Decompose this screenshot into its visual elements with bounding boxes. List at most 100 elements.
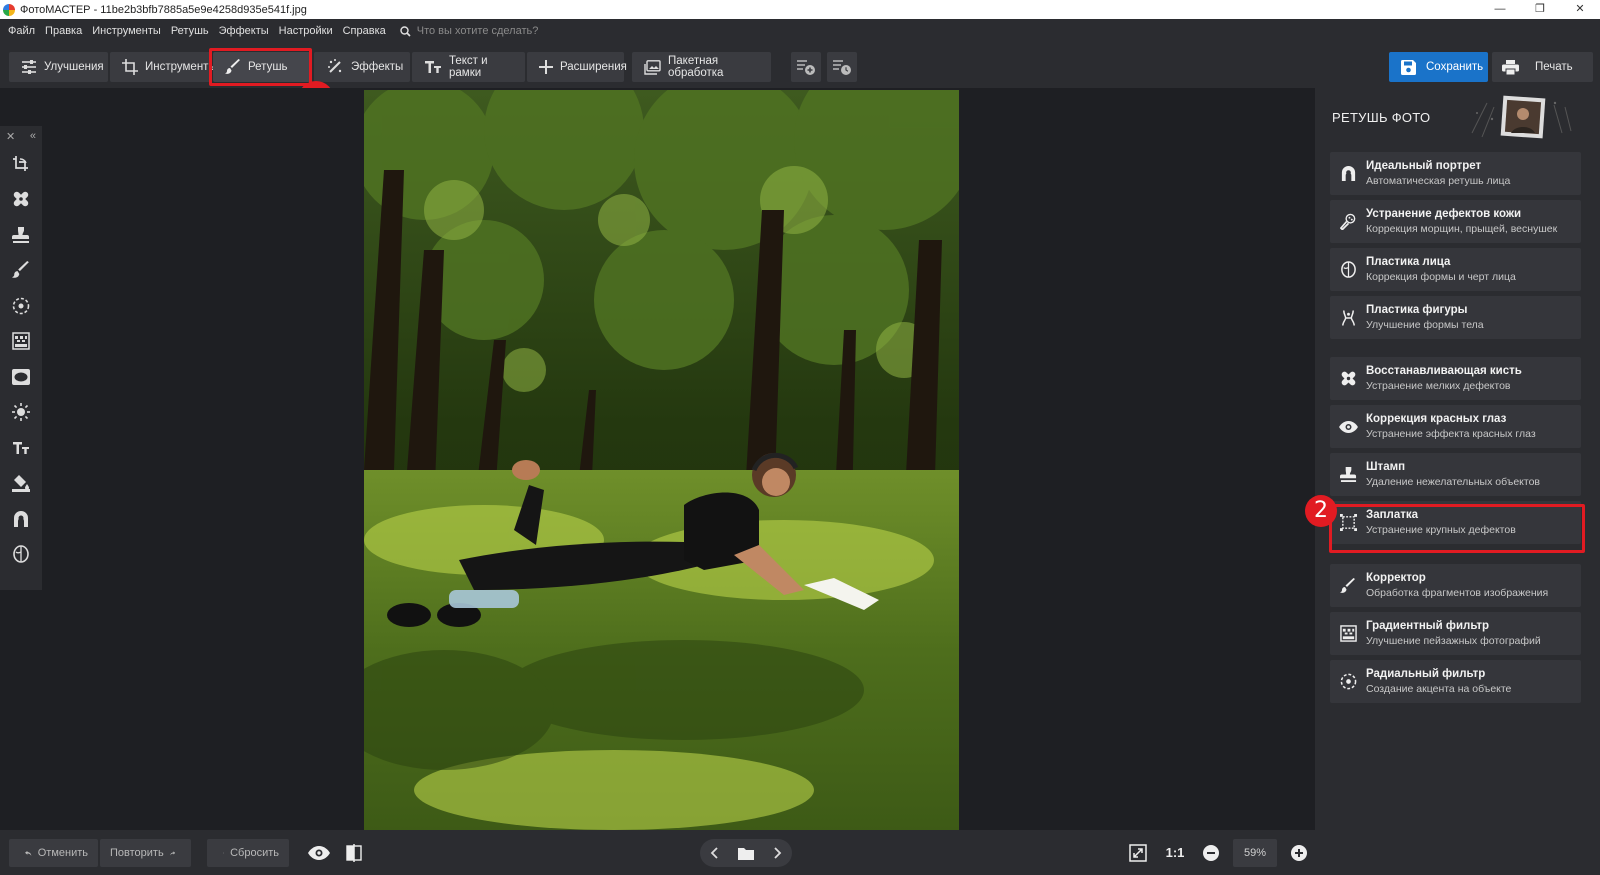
menu-edit[interactable]: Правка <box>45 25 82 37</box>
radial-icon <box>12 297 30 315</box>
zoom-in-button[interactable] <box>1285 839 1313 867</box>
photo-navigation <box>700 839 792 867</box>
plus-icon <box>539 60 553 74</box>
brush-icon <box>1340 577 1355 593</box>
tool-gradient-filter[interactable] <box>0 324 42 360</box>
item-title: Пластика лица <box>1366 256 1451 268</box>
gradient-icon <box>12 332 30 350</box>
tab-text-frames[interactable]: Текст и рамки <box>412 52 525 82</box>
maximize-button[interactable]: ❐ <box>1520 0 1560 19</box>
healing-brush-icon <box>13 192 29 207</box>
close-panel-icon[interactable]: ✕ <box>6 130 15 143</box>
retouch-face-plastic[interactable]: Пластика лица Коррекция формы и черт лица <box>1330 248 1581 291</box>
batch-queue-button[interactable] <box>827 52 857 82</box>
tool-rotate[interactable] <box>0 146 42 182</box>
stamp-icon <box>1339 466 1356 483</box>
tab-extensions[interactable]: Расширения <box>527 52 627 82</box>
item-subtitle: Коррекция формы и черт лица <box>1366 271 1516 283</box>
item-subtitle: Обработка фрагментов изображения <box>1366 587 1549 599</box>
tab-effects[interactable]: Эффекты <box>314 52 410 82</box>
retouch-patch[interactable]: Заплатка Устранение крупных дефектов <box>1330 501 1581 544</box>
retouch-ideal-portrait[interactable]: Идеальный портрет Автоматическая ретушь л… <box>1330 152 1581 195</box>
save-button[interactable]: Сохранить <box>1389 52 1488 82</box>
photo-preview[interactable] <box>364 90 959 832</box>
text-icon <box>425 61 441 73</box>
print-label: Печать <box>1535 61 1573 73</box>
chevron-left-icon[interactable] <box>710 847 718 859</box>
main-toolbar: Улучшения Инструменты Ретушь Эффекты Тек… <box>0 43 1600 117</box>
save-label: Сохранить <box>1426 61 1484 73</box>
item-subtitle: Улучшение пейзажных фотографий <box>1366 635 1541 647</box>
item-title: Пластика фигуры <box>1366 304 1468 316</box>
preview-toggle-button[interactable] <box>305 839 333 867</box>
item-title: Корректор <box>1366 572 1426 584</box>
tool-stamp[interactable] <box>0 217 42 253</box>
menu-effects[interactable]: Эффекты <box>219 25 269 37</box>
collapse-panel-icon[interactable]: « <box>30 130 36 142</box>
tab-retouch[interactable]: Ретушь <box>213 52 311 82</box>
tab-enhancements[interactable]: Улучшения <box>9 52 108 82</box>
eye-icon <box>308 846 330 860</box>
skin-icon <box>1339 213 1355 230</box>
menu-help[interactable]: Справка <box>343 25 386 37</box>
tool-healing-brush[interactable] <box>0 182 42 218</box>
retouch-radial-filter[interactable]: Радиальный фильтр Создание акцента на объ… <box>1330 660 1581 703</box>
tool-ideal-portrait[interactable] <box>0 501 42 537</box>
zoom-out-button[interactable] <box>1197 839 1225 867</box>
retouch-healing-brush[interactable]: Восстанавливающая кисть Устранение мелких… <box>1330 357 1581 400</box>
stamp-icon <box>12 226 29 243</box>
sliders-icon <box>22 60 36 74</box>
retouch-corrector[interactable]: Корректор Обработка фрагментов изображени… <box>1330 564 1581 607</box>
item-title: Восстанавливающая кисть <box>1366 365 1522 377</box>
reset-label: Сбросить <box>230 847 279 859</box>
item-subtitle: Автоматическая ретушь лица <box>1366 175 1511 187</box>
sun-icon <box>12 403 30 422</box>
fill-icon <box>12 475 30 493</box>
reset-button[interactable]: Сбросить <box>207 839 289 867</box>
zoom-level[interactable]: 59% <box>1233 839 1277 867</box>
retouch-skin-defects[interactable]: Устранение дефектов кожи Коррекция морщин… <box>1330 200 1581 243</box>
undo-button[interactable]: Отменить <box>9 839 98 867</box>
add-to-batch-button[interactable] <box>791 52 821 82</box>
menu-settings[interactable]: Настройки <box>279 25 333 37</box>
tab-batch-processing[interactable]: Пакетная обработка <box>632 52 771 82</box>
menu-retouch[interactable]: Ретушь <box>171 25 209 37</box>
tool-brush[interactable] <box>0 253 42 289</box>
print-button[interactable]: Печать <box>1492 52 1593 82</box>
tool-face-plastic[interactable] <box>0 537 42 573</box>
redo-button[interactable]: Повторить <box>100 839 191 867</box>
tool-light[interactable] <box>0 395 42 431</box>
item-subtitle: Удаление нежелательных объектов <box>1366 476 1540 488</box>
retouch-red-eye[interactable]: Коррекция красных глаз Устранение эффекта… <box>1330 405 1581 448</box>
rectangle-icon <box>12 368 30 385</box>
compare-button[interactable] <box>340 839 368 867</box>
tool-radial-filter[interactable] <box>0 288 42 324</box>
reset-icon <box>223 852 225 854</box>
retouch-gradient-filter[interactable]: Градиентный фильтр Улучшение пейзажных фо… <box>1330 612 1581 655</box>
eye-icon <box>1338 420 1358 433</box>
printer-icon <box>1502 59 1519 75</box>
menu-tools[interactable]: Инструменты <box>92 25 161 37</box>
tab-tools[interactable]: Инструменты <box>110 52 217 82</box>
fit-to-screen-button[interactable] <box>1124 839 1152 867</box>
retouch-stamp[interactable]: Штамп Удаление нежелательных объектов <box>1330 453 1581 496</box>
retouch-figure-plastic[interactable]: Пластика фигуры Улучшение формы тела <box>1330 296 1581 339</box>
rotate-icon <box>13 155 28 171</box>
chevron-right-icon[interactable] <box>774 847 782 859</box>
tab-label: Ретушь <box>248 61 288 73</box>
tool-vignette[interactable] <box>0 359 42 395</box>
fit-screen-icon <box>1129 844 1147 862</box>
close-button[interactable]: ✕ <box>1560 0 1600 19</box>
folder-icon[interactable] <box>738 847 754 860</box>
item-title: Радиальный фильтр <box>1366 668 1486 680</box>
text-icon <box>13 441 29 454</box>
item-title: Идеальный портрет <box>1366 160 1482 172</box>
command-search[interactable]: Что вы хотите сделать? <box>400 25 538 37</box>
item-subtitle: Коррекция морщин, прыщей, веснушек <box>1366 223 1558 235</box>
tool-fill[interactable] <box>0 466 42 502</box>
actual-size-button[interactable]: 1:1 <box>1162 839 1188 867</box>
menu-file[interactable]: Файл <box>8 25 35 37</box>
brush-icon <box>12 261 29 278</box>
minimize-button[interactable]: — <box>1480 0 1520 19</box>
tool-text[interactable] <box>0 430 42 466</box>
